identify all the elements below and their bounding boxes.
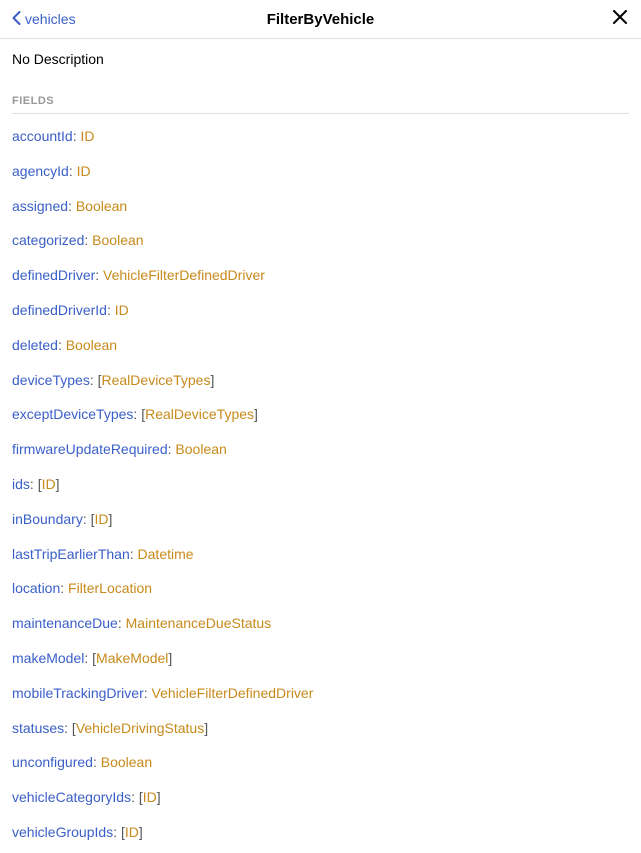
colon-separator: : bbox=[90, 372, 98, 388]
field-name-link[interactable]: deviceTypes bbox=[12, 372, 90, 388]
colon-separator: : bbox=[64, 720, 72, 736]
field-name-link[interactable]: assigned bbox=[12, 198, 68, 214]
field-type-link[interactable]: ID bbox=[81, 128, 95, 144]
field-row: location: FilterLocation bbox=[12, 580, 629, 597]
divider bbox=[12, 113, 629, 114]
colon-separator: : bbox=[131, 789, 139, 805]
field-type-link[interactable]: Boolean bbox=[66, 337, 117, 353]
field-type-link[interactable]: Boolean bbox=[101, 754, 152, 770]
field-type-link[interactable]: VehicleFilterDefinedDriver bbox=[152, 685, 314, 701]
field-row: accountId: ID bbox=[12, 128, 629, 145]
field-name-link[interactable]: definedDriver bbox=[12, 267, 95, 283]
field-type-link[interactable]: ID bbox=[115, 302, 129, 318]
field-name-link[interactable]: ids bbox=[12, 476, 30, 492]
field-type-link[interactable]: ID bbox=[95, 511, 109, 527]
field-name-link[interactable]: deleted bbox=[12, 337, 58, 353]
field-type-link[interactable]: ID bbox=[42, 476, 56, 492]
colon-separator: : bbox=[58, 337, 66, 353]
field-row: vehicleCategoryIds: [ID] bbox=[12, 789, 629, 806]
field-row: deleted: Boolean bbox=[12, 337, 629, 354]
field-name-link[interactable]: exceptDeviceTypes bbox=[12, 406, 133, 422]
field-row: definedDriver: VehicleFilterDefinedDrive… bbox=[12, 267, 629, 284]
field-name-link[interactable]: firmwareUpdateRequired bbox=[12, 441, 168, 457]
colon-separator: : bbox=[84, 232, 92, 248]
field-name-link[interactable]: inBoundary bbox=[12, 511, 83, 527]
field-row: inBoundary: [ID] bbox=[12, 511, 629, 528]
colon-separator: : bbox=[60, 580, 68, 596]
field-type-link[interactable]: FilterLocation bbox=[68, 580, 152, 596]
page-title: FilterByVehicle bbox=[267, 11, 375, 28]
close-icon bbox=[613, 10, 627, 29]
field-type-link[interactable]: RealDeviceTypes bbox=[145, 406, 254, 422]
field-list: accountId: IDagencyId: IDassigned: Boole… bbox=[12, 128, 629, 841]
chevron-left-icon bbox=[12, 11, 21, 28]
field-row: exceptDeviceTypes: [RealDeviceTypes] bbox=[12, 406, 629, 423]
field-type-link[interactable]: ID bbox=[143, 789, 157, 805]
close-button[interactable] bbox=[611, 10, 629, 28]
colon-separator: : bbox=[84, 650, 92, 666]
back-label: vehicles bbox=[25, 11, 76, 27]
colon-separator: : bbox=[93, 754, 101, 770]
field-row: agencyId: ID bbox=[12, 163, 629, 180]
field-row: ids: [ID] bbox=[12, 476, 629, 493]
close-bracket: ] bbox=[204, 720, 208, 736]
colon-separator: : bbox=[69, 163, 77, 179]
field-type-link[interactable]: Boolean bbox=[175, 441, 226, 457]
colon-separator: : bbox=[68, 198, 76, 214]
close-bracket: ] bbox=[109, 511, 113, 527]
field-row: definedDriverId: ID bbox=[12, 302, 629, 319]
close-bracket: ] bbox=[56, 476, 60, 492]
field-name-link[interactable]: vehicleCategoryIds bbox=[12, 789, 131, 805]
field-name-link[interactable]: categorized bbox=[12, 232, 84, 248]
field-name-link[interactable]: makeModel bbox=[12, 650, 84, 666]
field-row: mobileTrackingDriver: VehicleFilterDefin… bbox=[12, 685, 629, 702]
colon-separator: : bbox=[144, 685, 152, 701]
field-row: firmwareUpdateRequired: Boolean bbox=[12, 441, 629, 458]
field-type-link[interactable]: Datetime bbox=[138, 546, 194, 562]
colon-separator: : bbox=[118, 615, 126, 631]
colon-separator: : bbox=[73, 128, 81, 144]
field-row: lastTripEarlierThan: Datetime bbox=[12, 546, 629, 563]
header: vehicles FilterByVehicle bbox=[0, 0, 641, 39]
close-bracket: ] bbox=[157, 789, 161, 805]
content-area: No Description FIELDS accountId: IDagenc… bbox=[0, 39, 641, 853]
field-type-link[interactable]: MakeModel bbox=[96, 650, 168, 666]
back-link[interactable]: vehicles bbox=[12, 11, 76, 28]
field-type-link[interactable]: RealDeviceTypes bbox=[102, 372, 211, 388]
field-type-link[interactable]: VehicleDrivingStatus bbox=[76, 720, 204, 736]
field-type-link[interactable]: Boolean bbox=[76, 198, 127, 214]
field-row: unconfigured: Boolean bbox=[12, 754, 629, 771]
field-name-link[interactable]: lastTripEarlierThan bbox=[12, 546, 130, 562]
field-row: categorized: Boolean bbox=[12, 232, 629, 249]
colon-separator: : bbox=[95, 267, 103, 283]
close-bracket: ] bbox=[168, 650, 172, 666]
field-name-link[interactable]: agencyId bbox=[12, 163, 69, 179]
field-row: deviceTypes: [RealDeviceTypes] bbox=[12, 372, 629, 389]
colon-separator: : bbox=[30, 476, 38, 492]
field-name-link[interactable]: mobileTrackingDriver bbox=[12, 685, 144, 701]
field-row: makeModel: [MakeModel] bbox=[12, 650, 629, 667]
field-type-link[interactable]: Boolean bbox=[92, 232, 143, 248]
fields-section-label: FIELDS bbox=[12, 95, 629, 107]
field-row: maintenanceDue: MaintenanceDueStatus bbox=[12, 615, 629, 632]
field-name-link[interactable]: location bbox=[12, 580, 60, 596]
field-name-link[interactable]: accountId bbox=[12, 128, 73, 144]
close-bracket: ] bbox=[254, 406, 258, 422]
field-name-link[interactable]: unconfigured bbox=[12, 754, 93, 770]
field-type-link[interactable]: MaintenanceDueStatus bbox=[126, 615, 272, 631]
field-name-link[interactable]: definedDriverId bbox=[12, 302, 107, 318]
colon-separator: : bbox=[130, 546, 138, 562]
field-name-link[interactable]: statuses bbox=[12, 720, 64, 736]
colon-separator: : bbox=[107, 302, 115, 318]
field-row: assigned: Boolean bbox=[12, 198, 629, 215]
field-row: vehicleGroupIds: [ID] bbox=[12, 824, 629, 841]
field-type-link[interactable]: VehicleFilterDefinedDriver bbox=[103, 267, 265, 283]
field-name-link[interactable]: maintenanceDue bbox=[12, 615, 118, 631]
description-text: No Description bbox=[12, 51, 629, 67]
field-row: statuses: [VehicleDrivingStatus] bbox=[12, 720, 629, 737]
field-type-link[interactable]: ID bbox=[77, 163, 91, 179]
close-bracket: ] bbox=[210, 372, 214, 388]
colon-separator: : bbox=[83, 511, 91, 527]
